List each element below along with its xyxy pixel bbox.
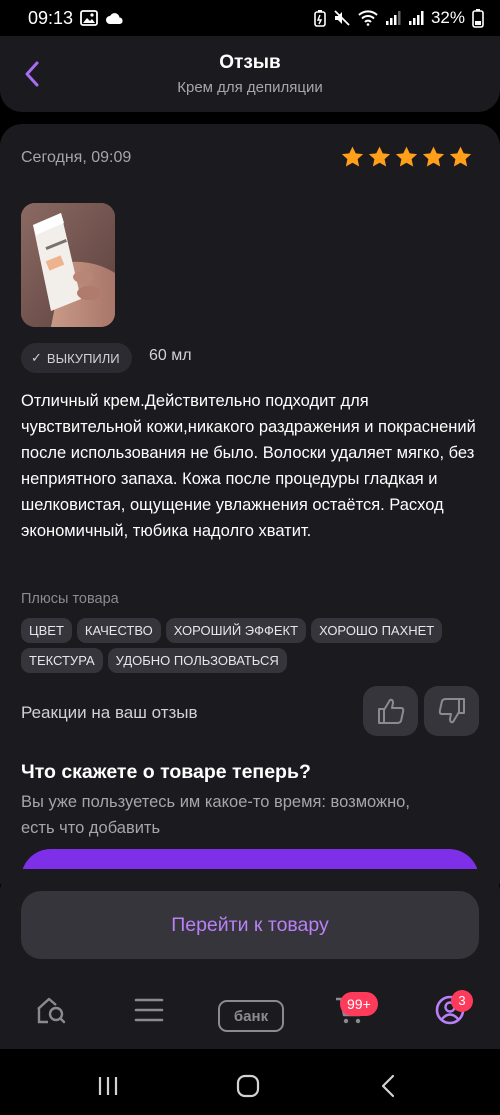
thumbs-down-icon [438, 698, 465, 724]
star-icon [449, 146, 472, 167]
mute-icon [333, 9, 351, 27]
system-nav-bar [0, 1050, 500, 1115]
home-icon [236, 1074, 260, 1098]
page-title: Отзыв [219, 52, 281, 73]
wifi-icon [358, 10, 378, 26]
pros-tags: ЦВЕТ КАЧЕСТВО ХОРОШИЙ ЭФФЕКТ ХОРОШО ПАХН… [21, 618, 491, 673]
thumbs-up-icon [377, 698, 404, 724]
pros-tag: ХОРОШО ПАХНЕТ [311, 618, 443, 643]
star-icon [368, 146, 391, 167]
check-icon: ✓ [31, 350, 42, 365]
battery-saver-icon [314, 9, 326, 27]
review-date: Сегодня, 09:09 [21, 149, 132, 166]
header: Отзыв Крем для депиляции [0, 36, 500, 112]
page-subtitle: Крем для депиляции [177, 79, 323, 96]
star-icon [422, 146, 445, 167]
pros-label: Плюсы товара [21, 591, 119, 607]
pros-tag: ЦВЕТ [21, 618, 72, 643]
recent-apps-icon [98, 1077, 118, 1095]
product-volume: 60 мл [149, 347, 192, 364]
weather-icon [105, 10, 125, 26]
pros-tag: КАЧЕСТВО [76, 618, 161, 643]
battery-icon [472, 8, 484, 28]
review-photo[interactable] [21, 203, 115, 327]
recent-apps-button[interactable] [88, 1068, 128, 1104]
pros-tag: ХОРОШИЙ ЭФФЕКТ [165, 618, 307, 643]
purchased-badge: ✓ ВЫКУПИЛИ [21, 343, 132, 373]
star-icon [341, 146, 364, 167]
menu-icon [134, 998, 164, 1022]
tab-catalog[interactable] [129, 990, 169, 1030]
pros-tag: ТЕКСТУРА [21, 648, 103, 673]
back-icon [381, 1074, 395, 1098]
system-back-button[interactable] [368, 1068, 408, 1104]
home-search-icon [37, 997, 66, 1024]
cart-badge: 99+ [340, 992, 378, 1016]
go-to-product-button[interactable]: Перейти к товару [21, 891, 479, 959]
star-icon [395, 146, 418, 167]
like-button[interactable] [363, 686, 418, 736]
review-text: Отличный крем.Действительно подходит для… [21, 392, 476, 540]
gallery-icon [80, 10, 98, 26]
tab-home[interactable] [31, 990, 71, 1030]
review-card: Сегодня, 09:09 ✓ ВЫКУПИЛИ 60 мл Отличный… [0, 124, 500, 884]
tab-bar: банк 99+ 3 [0, 975, 500, 1050]
reactions-label: Реакции на ваш отзыв [21, 703, 198, 722]
cta-title: Что скажете о товаре теперь? [21, 761, 311, 783]
battery-percent: 32% [430, 8, 465, 27]
tab-bank[interactable]: банк [218, 1000, 284, 1032]
home-button[interactable] [228, 1068, 268, 1104]
signal-icon [385, 10, 401, 26]
profile-badge: 3 [451, 990, 473, 1012]
rating-stars [340, 145, 473, 170]
purchased-badge-label: ВЫКУПИЛИ [46, 350, 120, 366]
signal-icon [408, 10, 424, 26]
status-bar: 09:13 32% [0, 0, 500, 36]
dislike-button[interactable] [424, 686, 479, 736]
cta-text: Вы уже пользуетесь им какое-то время: во… [21, 793, 410, 837]
status-time: 09:13 [28, 7, 74, 28]
pros-tag: УДОБНО ПОЛЬЗОВАТЬСЯ [107, 648, 287, 673]
